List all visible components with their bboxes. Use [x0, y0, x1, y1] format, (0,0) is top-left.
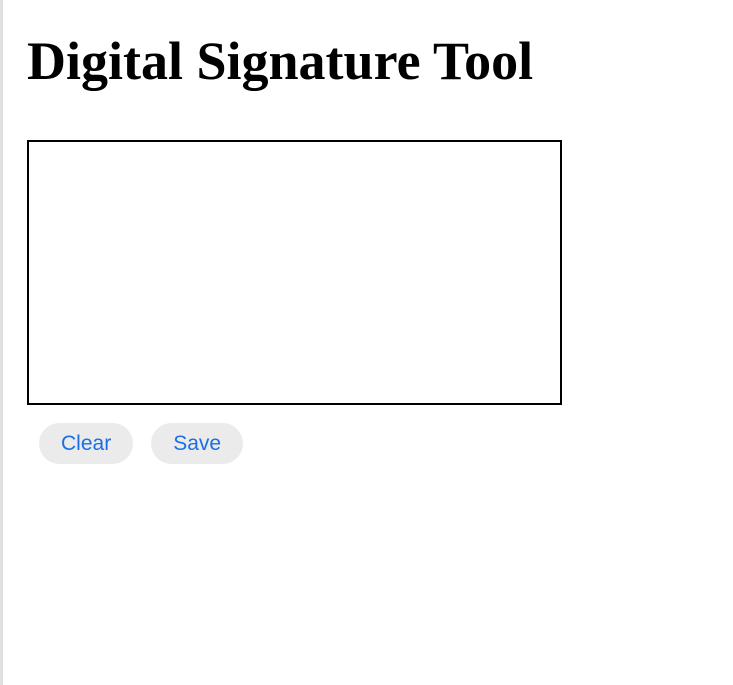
button-row: Clear Save [27, 423, 733, 464]
signature-canvas[interactable] [27, 140, 562, 405]
clear-button[interactable]: Clear [39, 423, 133, 464]
save-button[interactable]: Save [151, 423, 243, 464]
page-title: Digital Signature Tool [27, 30, 547, 92]
